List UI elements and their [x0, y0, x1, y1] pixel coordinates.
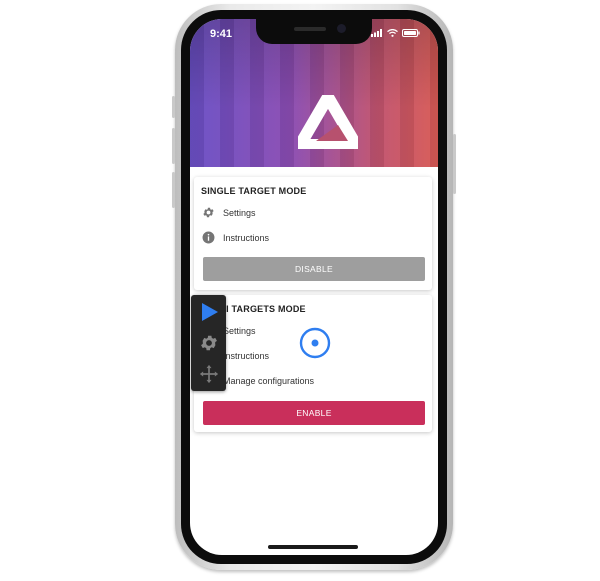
single-settings-item[interactable]: Settings — [202, 206, 256, 219]
home-indicator[interactable] — [268, 545, 358, 549]
signal-icon — [371, 29, 382, 37]
play-icon — [201, 303, 218, 321]
phone-bezel: 9:41 SINGLE TARGET MODE Settings Instruc… — [181, 10, 447, 564]
single-settings-label: Settings — [223, 207, 256, 218]
gear-icon — [200, 335, 217, 351]
status-time: 9:41 — [210, 28, 233, 40]
touch-indicator — [299, 327, 331, 359]
manage-configurations-label: Manage configurations — [223, 375, 315, 386]
single-instructions-label: Instructions — [223, 232, 270, 243]
phone-frame: 9:41 SINGLE TARGET MODE Settings Instruc… — [172, 4, 456, 570]
play-button[interactable] — [191, 302, 226, 322]
status-bar: 9:41 — [190, 19, 438, 49]
move-icon — [199, 364, 218, 384]
multi-target-card: MULTI TARGETS MODE Settings Instructions — [194, 295, 432, 432]
phone-screen: 9:41 SINGLE TARGET MODE Settings Instruc… — [190, 19, 438, 555]
wifi-icon — [387, 29, 398, 37]
multi-settings-label: Settings — [223, 325, 256, 336]
gear-icon — [202, 206, 215, 219]
battery-icon — [402, 29, 420, 37]
disable-button[interactable]: DISABLE — [203, 257, 425, 281]
toolbar-settings-button[interactable] — [191, 333, 226, 353]
multi-instructions-label: Instructions — [223, 350, 270, 361]
single-target-card: SINGLE TARGET MODE Settings Instructions… — [194, 177, 432, 290]
enable-button[interactable]: ENABLE — [203, 401, 425, 425]
info-icon — [202, 231, 215, 244]
floating-toolbar — [191, 295, 226, 391]
move-handle[interactable] — [191, 364, 226, 384]
single-target-title: SINGLE TARGET MODE — [201, 186, 307, 196]
app-logo — [298, 95, 358, 149]
single-instructions-item[interactable]: Instructions — [202, 231, 269, 244]
